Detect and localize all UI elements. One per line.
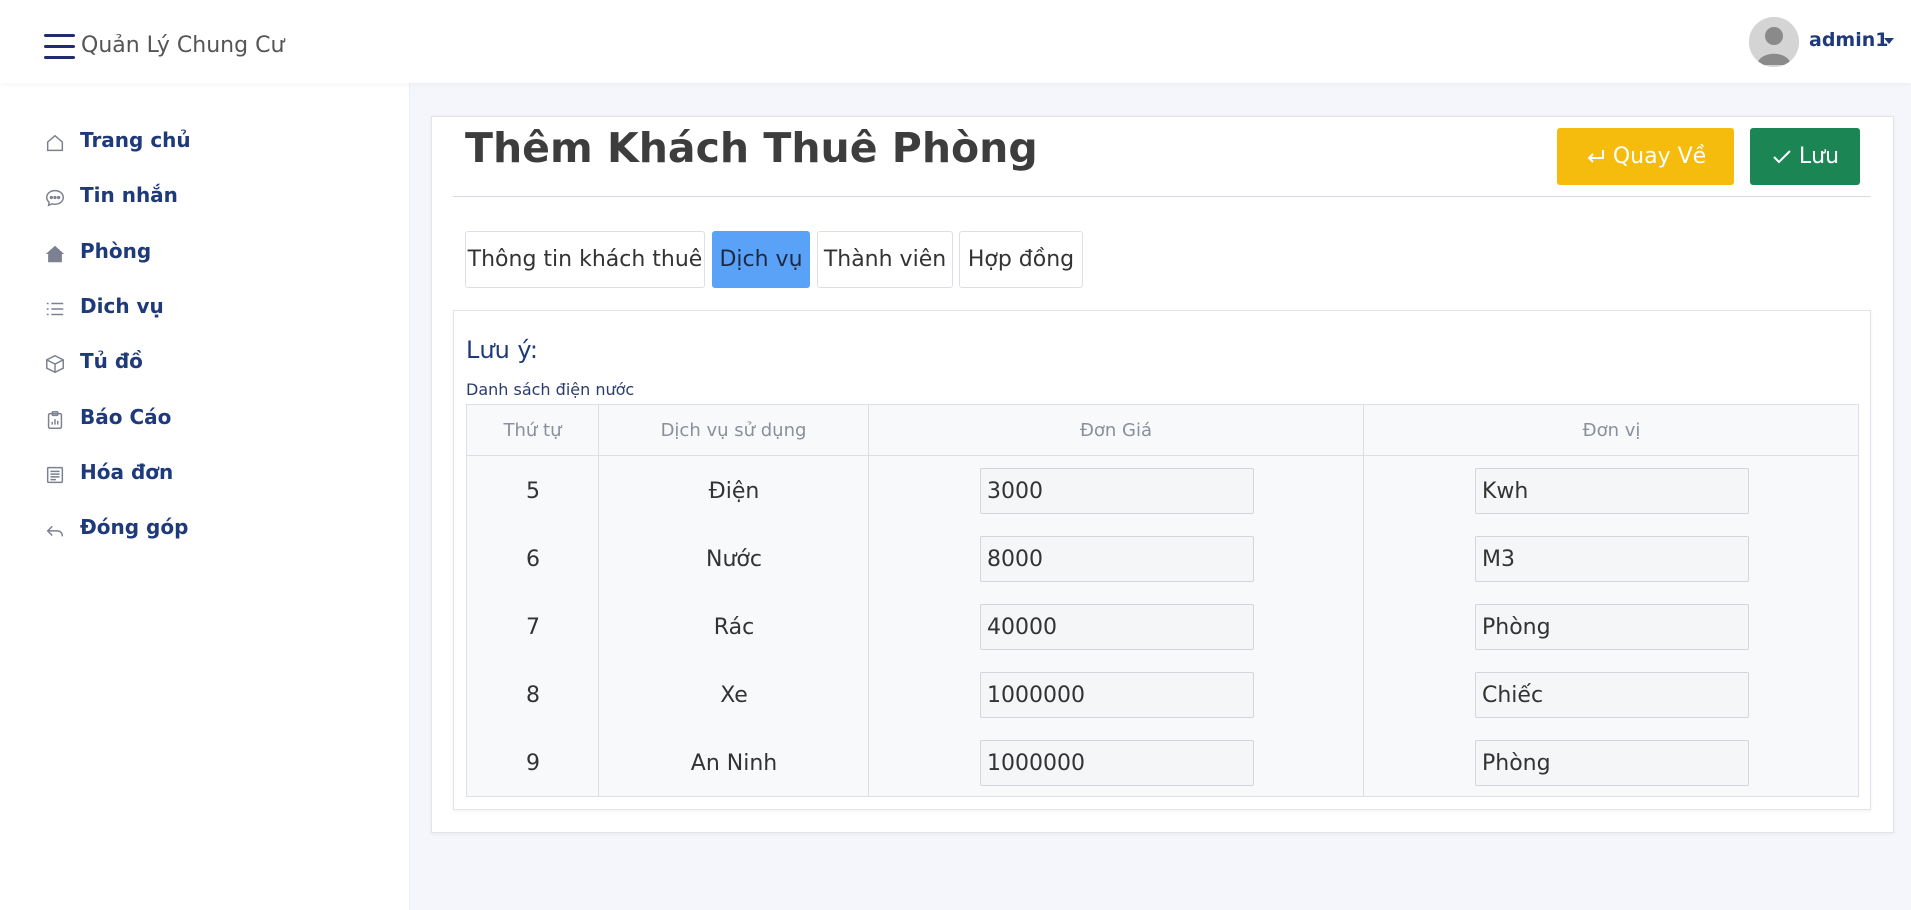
sidebar-item-label: Báo Cáo bbox=[80, 405, 172, 429]
cell-service: Điện bbox=[708, 478, 760, 504]
cell-service: An Ninh bbox=[690, 750, 778, 776]
cell-order: 6 bbox=[526, 546, 540, 572]
price-input[interactable] bbox=[980, 604, 1254, 650]
sidebar-item-messages[interactable]: Tin nhắn bbox=[0, 171, 410, 223]
column-divider bbox=[1363, 456, 1364, 797]
cell-order: 9 bbox=[526, 750, 540, 776]
tab-services[interactable]: Dịch vụ bbox=[712, 231, 810, 288]
sidebar-item-contributions[interactable]: Đóng góp bbox=[0, 503, 410, 555]
sidebar-item-label: Tủ đồ bbox=[80, 349, 143, 373]
top-bar: Quản Lý Chung Cư admin1 bbox=[0, 0, 1911, 83]
sidebar-item-label: Trang chủ bbox=[80, 128, 191, 152]
home-icon bbox=[44, 132, 66, 154]
unit-input[interactable] bbox=[1475, 672, 1749, 718]
reply-icon bbox=[44, 519, 66, 541]
tab-members[interactable]: Thành viên bbox=[817, 231, 953, 288]
sidebar-item-services[interactable]: Dich vụ bbox=[0, 282, 410, 334]
check-icon bbox=[1771, 147, 1793, 167]
hamburger-menu-icon[interactable] bbox=[44, 34, 75, 60]
sidebar-item-label: Hóa đơn bbox=[80, 460, 174, 484]
receipt-icon bbox=[44, 464, 66, 486]
tab-tenant-info[interactable]: Thông tin khách thuê bbox=[465, 231, 705, 288]
cell-service: Nước bbox=[706, 546, 762, 572]
cell-service: Rác bbox=[713, 614, 755, 640]
column-header-service: Dịch vụ sử dụng bbox=[599, 405, 869, 456]
sidebar-item-reports[interactable]: Báo Cáo bbox=[0, 393, 410, 445]
price-input[interactable] bbox=[980, 672, 1254, 718]
price-input[interactable] bbox=[980, 536, 1254, 582]
box-icon bbox=[44, 353, 66, 375]
column-header-unit: Đơn vị bbox=[1364, 405, 1859, 456]
chat-icon bbox=[44, 187, 66, 209]
cell-order: 5 bbox=[526, 478, 540, 504]
sidebar-item-invoices[interactable]: Hóa đơn bbox=[0, 448, 410, 500]
cell-order: 7 bbox=[526, 614, 540, 640]
back-button[interactable]: Quay Về bbox=[1557, 128, 1734, 185]
list-icon bbox=[44, 298, 66, 320]
sidebar-item-label: Dich vụ bbox=[80, 294, 164, 318]
chevron-down-icon[interactable] bbox=[1884, 38, 1894, 44]
column-header-order: Thứ tự bbox=[467, 405, 599, 456]
sidebar-item-lockers[interactable]: Tủ đồ bbox=[0, 337, 410, 389]
cell-order: 8 bbox=[526, 682, 540, 708]
note-title: Lưu ý: bbox=[466, 336, 538, 364]
save-button[interactable]: Lưu bbox=[1750, 128, 1860, 185]
app-brand: Quản Lý Chung Cư bbox=[81, 33, 285, 58]
cell-service: Xe bbox=[720, 682, 748, 708]
unit-input[interactable] bbox=[1475, 604, 1749, 650]
back-button-label: Quay Về bbox=[1612, 144, 1707, 169]
user-menu-name[interactable]: admin1 bbox=[1809, 29, 1888, 51]
sidebar: Trang chủ Tin nhắn Phòng Dich vụ Tủ đồ B… bbox=[0, 83, 410, 910]
title-divider bbox=[453, 196, 1871, 197]
page-title: Thêm Khách Thuê Phòng bbox=[465, 124, 1038, 172]
user-avatar[interactable] bbox=[1749, 17, 1799, 67]
clipboard-icon bbox=[44, 409, 66, 431]
save-button-label: Lưu bbox=[1798, 144, 1840, 169]
price-input[interactable] bbox=[980, 740, 1254, 786]
services-table: Thứ tự Dịch vụ sử dụng Đơn Giá Đơn vị 5 … bbox=[466, 404, 1859, 797]
sidebar-item-label: Tin nhắn bbox=[80, 183, 178, 207]
note-subtitle: Danh sách điện nước bbox=[466, 380, 635, 399]
unit-input[interactable] bbox=[1475, 740, 1749, 786]
sidebar-item-label: Đóng góp bbox=[80, 515, 189, 539]
sidebar-item-home[interactable]: Trang chủ bbox=[0, 116, 410, 168]
unit-input[interactable] bbox=[1475, 536, 1749, 582]
price-input[interactable] bbox=[980, 468, 1254, 514]
unit-input[interactable] bbox=[1475, 468, 1749, 514]
tab-contract[interactable]: Hợp đồng bbox=[959, 231, 1083, 288]
sidebar-item-label: Phòng bbox=[80, 239, 152, 263]
column-header-price: Đơn Giá bbox=[869, 405, 1364, 456]
house-icon bbox=[44, 243, 66, 265]
return-arrow-icon bbox=[1585, 147, 1607, 167]
sidebar-item-rooms[interactable]: Phòng bbox=[0, 227, 410, 279]
